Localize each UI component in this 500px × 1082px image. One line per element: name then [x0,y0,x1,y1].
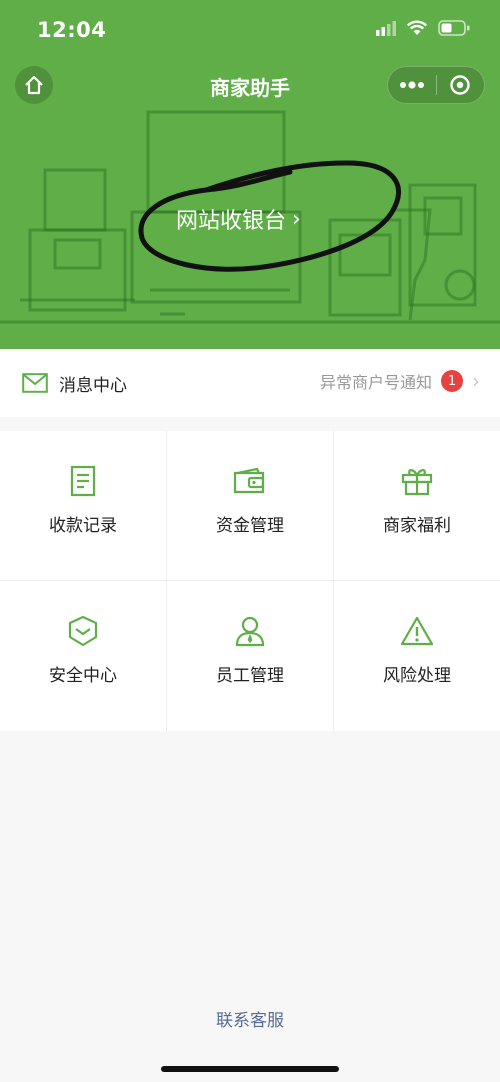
grid-item-fund-management[interactable]: 资金管理 [167,431,333,580]
scribble-annotation [138,160,402,272]
grid-item-payment-records[interactable]: 收款记录 [0,431,166,580]
grid-item-risk-handling[interactable]: 风险处理 [334,581,500,730]
web-cashier-link[interactable]: 网站收银台 › [176,202,301,236]
shield-icon [68,615,98,647]
message-notice-text: 异常商户号通知 [319,373,432,392]
grid-item-staff-management[interactable]: 员工管理 [167,581,333,730]
grid-item-security-center[interactable]: 安全中心 [0,581,166,730]
grid-item-label: 安全中心 [49,666,117,686]
message-center-bar[interactable]: 消息中心 异常商户号通知 1 › [0,349,500,417]
home-indicator [161,1066,339,1072]
receipt-icon [70,465,96,497]
grid-item-label: 商家福利 [383,516,451,536]
web-cashier-label: 网站收银台 [176,209,287,234]
grid-item-label: 风险处理 [383,666,451,686]
envelope-icon [22,373,48,393]
grid-item-label: 收款记录 [49,516,117,536]
message-center-title: 消息中心 [59,376,127,396]
gift-icon [401,469,433,496]
unread-badge: 1 [441,370,463,392]
grid-item-merchant-benefits[interactable]: 商家福利 [334,431,500,580]
chevron-right-icon: › [292,206,301,232]
staff-icon [235,616,265,647]
chevron-right-icon: › [472,369,480,393]
warning-icon [400,616,434,646]
contact-support-link[interactable]: 联系客服 [0,1006,500,1031]
message-notice-group[interactable]: 异常商户号通知 1 › [320,369,480,393]
header-banner: 12:04 商家助手 网站收银台 › [0,0,500,349]
wallet-icon [233,467,265,494]
grid-item-label: 员工管理 [216,666,284,686]
grid-item-label: 资金管理 [216,516,284,536]
function-grid: 收款记录 资金管理 商家福利 安全中心 员工管理 风险处理 [0,431,500,731]
